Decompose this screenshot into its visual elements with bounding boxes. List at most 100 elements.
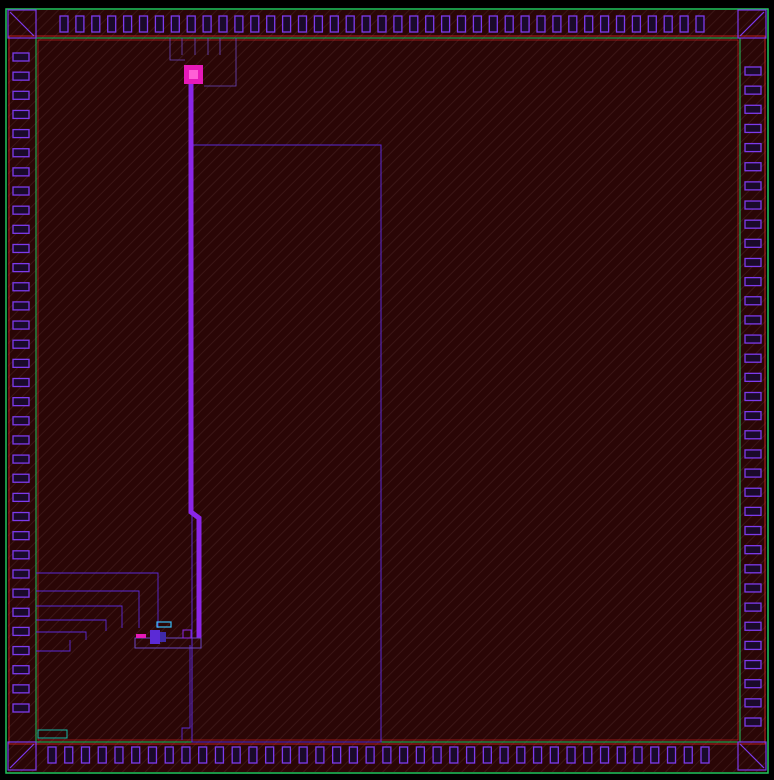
pad-top-28 [504,15,514,33]
pad-bottom-19 [365,746,375,764]
pad-right-14 [744,334,762,344]
pad-bottom-38 [683,746,693,764]
pad-left-26 [12,550,30,560]
pad-top-19 [361,15,371,33]
pad-left-18 [12,396,30,407]
pad-right-16 [744,372,762,383]
pad-bottom-20 [382,746,392,764]
pad-bottom-16 [315,746,325,764]
pad-bottom-1 [64,746,74,764]
pad-top-40 [695,15,705,33]
pad-bottom-33 [599,746,610,764]
pad-right-21 [744,468,762,478]
pad-top-35 [615,15,626,33]
pad-bottom-18 [348,746,359,764]
pad-left-3 [12,109,30,120]
pad-left-10 [12,243,30,254]
pad-bottom-15 [298,746,308,764]
pad-top-39 [679,15,689,33]
pad-right-19 [744,430,762,440]
pad-bottom-3 [97,746,107,764]
pad-bottom-6 [147,746,158,764]
pad-bottom-39 [700,746,710,764]
pad-top-37 [647,15,657,33]
pad-bottom-17 [331,746,342,764]
pad-left-20 [12,435,30,445]
pad-right-31 [744,659,762,670]
pad-bottom-24 [449,746,459,764]
pad-left-11 [12,262,30,273]
pad-left-27 [12,569,30,579]
pad-top-0 [59,15,69,33]
pad-bottom-23 [432,746,442,764]
pad-bottom-11 [231,746,241,764]
pad-bottom-13 [265,746,275,764]
pad-top-5 [138,15,149,33]
pad-left-15 [12,339,30,349]
pad-top-3 [107,15,117,33]
pad-bottom-7 [164,746,174,764]
cell-block [150,630,160,644]
pad-bottom-26 [482,746,492,764]
pad-top-2 [91,15,101,33]
pad-top-9 [202,15,212,33]
pad-left-9 [12,224,30,234]
pad-left-21 [12,454,30,464]
pad-right-20 [744,449,762,459]
pad-right-4 [744,142,762,153]
pad-right-24 [744,525,762,536]
pad-bottom-5 [131,746,141,764]
pad-left-31 [12,645,30,656]
pad-right-8 [744,219,762,229]
chip-layout-canvas[interactable] [0,0,774,780]
pad-top-29 [520,15,530,33]
pad-left-0 [12,52,30,62]
pad-top-18 [345,15,355,33]
pad-right-0 [744,66,762,76]
pad-right-6 [744,181,762,191]
pad-top-6 [154,15,165,33]
pad-top-25 [456,15,467,33]
pad-top-17 [329,15,339,33]
pad-left-25 [12,531,30,541]
pad-left-5 [12,148,30,158]
pad-right-33 [744,698,762,708]
pad-right-5 [744,162,762,172]
pad-right-26 [744,564,762,574]
pad-bottom-28 [516,746,526,764]
pad-top-26 [472,15,483,33]
pad-right-29 [744,621,762,631]
pad-top-31 [552,15,562,33]
pad-right-1 [744,85,762,95]
pad-left-22 [12,473,30,483]
pad-right-12 [744,296,762,306]
pad-top-27 [488,15,498,33]
pad-left-2 [12,90,30,100]
pad-left-29 [12,607,30,617]
pad-right-22 [744,487,762,497]
pad-right-11 [744,276,762,287]
pad-bottom-25 [465,746,476,764]
pad-right-7 [744,200,762,210]
pad-bottom-12 [248,746,258,764]
pad-top-12 [250,15,260,33]
pad-top-30 [536,15,546,33]
pad-bottom-35 [633,746,643,764]
pad-top-22 [409,15,419,33]
pad-top-1 [75,15,85,33]
pad-left-14 [12,320,30,330]
pad-top-4 [122,15,133,33]
pad-bottom-34 [616,746,626,764]
pad-left-12 [12,282,30,292]
pad-left-19 [12,416,30,426]
cell-pin [136,634,146,638]
pad-bottom-22 [415,746,426,764]
pad-left-13 [12,301,30,311]
pad-right-23 [744,506,762,517]
pad-bottom-2 [80,746,91,764]
pad-top-24 [440,15,451,33]
pad-bottom-30 [549,746,559,764]
pad-bottom-9 [198,746,208,764]
pad-left-16 [12,358,30,369]
pad-right-18 [744,410,762,421]
